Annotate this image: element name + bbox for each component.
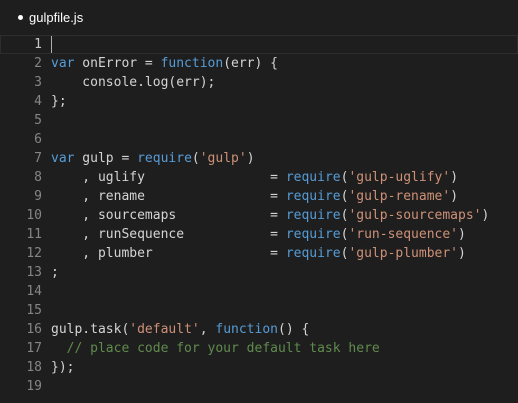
code-line[interactable]: 10 , sourcemaps = require('gulp-sourcema… (0, 206, 518, 225)
line-number: 1 (34, 37, 42, 52)
code-token: ) (481, 208, 490, 223)
code-token: () { (278, 322, 310, 337)
code-line[interactable]: 19 (0, 377, 518, 396)
code-token: 'gulp-uglify' (348, 170, 451, 185)
code-token: ; (51, 265, 59, 280)
line-number: 15 (26, 303, 42, 318)
code-token: , uglify = (51, 170, 286, 185)
line-number: 10 (26, 208, 42, 223)
code-line[interactable]: 7 var gulp = require('gulp') (0, 149, 518, 168)
code-token: console.log(err); (51, 75, 216, 90)
line-number: 6 (34, 132, 42, 147)
code-line[interactable]: 15 (0, 301, 518, 320)
line-number: 19 (26, 379, 42, 394)
unsaved-dot-icon (18, 14, 23, 20)
code-token: require (285, 189, 341, 204)
line-number: 16 (26, 322, 42, 337)
code-token: require (137, 151, 192, 166)
code-token: ) (450, 189, 459, 204)
code-line[interactable]: 1 (0, 35, 518, 54)
tab-gulpfile[interactable]: gulpfile.js (18, 10, 83, 25)
line-number: 13 (26, 265, 42, 280)
code-token: }; (51, 94, 67, 109)
code-token: }); (51, 360, 75, 375)
code-token: , plumber = (51, 246, 286, 261)
line-source (51, 35, 52, 54)
code-line[interactable]: 16 gulp.task('default', function() { (0, 320, 518, 339)
code-token: gulp.task( (51, 322, 130, 337)
code-token: var (51, 151, 75, 166)
line-number: 12 (26, 246, 42, 261)
line-source: }; (51, 92, 67, 111)
code-token: gulp = (74, 151, 138, 166)
line-source: console.log(err); (51, 73, 215, 92)
tab-title: gulpfile.js (29, 9, 84, 25)
line-source: }); (51, 358, 74, 377)
code-line[interactable]: 3 console.log(err); (0, 73, 518, 92)
code-line[interactable]: 5 (0, 111, 518, 130)
line-number: 3 (34, 75, 42, 90)
code-token: require (285, 170, 341, 185)
code-editor[interactable]: gulpfile.js 1 2 var onError = function(err… (0, 0, 518, 403)
code-token: 'gulp-rename' (348, 189, 451, 204)
code-token: // place code for your default task here (51, 341, 380, 356)
line-number: 18 (26, 360, 42, 375)
line-source: , rename = require('gulp-rename') (51, 187, 458, 206)
code-line[interactable]: 14 (0, 282, 518, 301)
code-line[interactable]: 9 , rename = require('gulp-rename') (0, 187, 518, 206)
code-token: 'gulp-plumber' (348, 246, 459, 261)
code-line[interactable]: 18}); (0, 358, 518, 377)
code-token: ) (458, 246, 466, 261)
code-token: , sourcemaps = (51, 208, 286, 223)
code-line[interactable]: 6 (0, 130, 518, 149)
text-cursor (51, 36, 52, 53)
code-token: function (215, 322, 279, 337)
code-token: (err) { (223, 56, 278, 71)
line-source: , plumber = require('gulp-plumber') (51, 244, 466, 263)
code-token: onError = (74, 56, 161, 71)
code-line[interactable]: 2 var onError = function(err) { (0, 54, 518, 73)
code-line[interactable]: 11 , runSequence = require('run-sequence… (0, 225, 518, 244)
code-line[interactable]: 13; (0, 263, 518, 282)
tab-bar: gulpfile.js (0, 0, 518, 34)
code-line[interactable]: 12 , plumber = require('gulp-plumber') (0, 244, 518, 263)
line-source: , uglify = require('gulp-uglify') (51, 168, 458, 187)
code-line[interactable]: 4}; (0, 92, 518, 111)
line-source: var onError = function(err) { (51, 54, 278, 73)
code-token: , runSequence = (51, 227, 286, 242)
code-token: ) (246, 151, 255, 166)
code-token: , (199, 322, 216, 337)
line-number: 17 (26, 341, 42, 356)
line-source: ; (51, 263, 59, 282)
code-token: 'gulp-sourcemaps' (348, 208, 482, 223)
line-number: 11 (26, 227, 42, 242)
code-token: 'default' (129, 322, 200, 337)
line-number: 7 (34, 151, 42, 166)
code-token: require (285, 208, 341, 223)
line-number: 8 (34, 170, 42, 185)
line-number: 4 (34, 94, 42, 109)
code-token: var (51, 56, 75, 71)
code-token: ) (458, 227, 466, 242)
code-token: 'run-sequence' (348, 227, 459, 242)
code-token: , rename = (51, 189, 286, 204)
line-number: 2 (34, 56, 42, 71)
code-token: ( (191, 151, 200, 166)
line-source: , runSequence = require('run-sequence') (51, 225, 466, 244)
line-number: 14 (26, 284, 42, 299)
line-source: , sourcemaps = require('gulp-sourcemaps'… (51, 206, 489, 225)
line-number: 9 (34, 189, 42, 204)
code-token: ) (450, 170, 459, 185)
code-token: require (285, 227, 341, 242)
code-token: require (285, 246, 341, 261)
line-source: gulp.task('default', function() { (51, 320, 309, 339)
line-number: 5 (34, 113, 42, 128)
line-source: var gulp = require('gulp') (51, 149, 255, 168)
code-token: function (160, 56, 224, 71)
line-source: // place code for your default task here (51, 339, 380, 358)
code-line[interactable]: 17 // place code for your default task h… (0, 339, 518, 358)
code-line[interactable]: 8 , uglify = require('gulp-uglify') (0, 168, 518, 187)
code-area[interactable]: 1 2 var onError = function(err) {3 console… (0, 35, 518, 403)
code-token: 'gulp' (199, 151, 247, 166)
